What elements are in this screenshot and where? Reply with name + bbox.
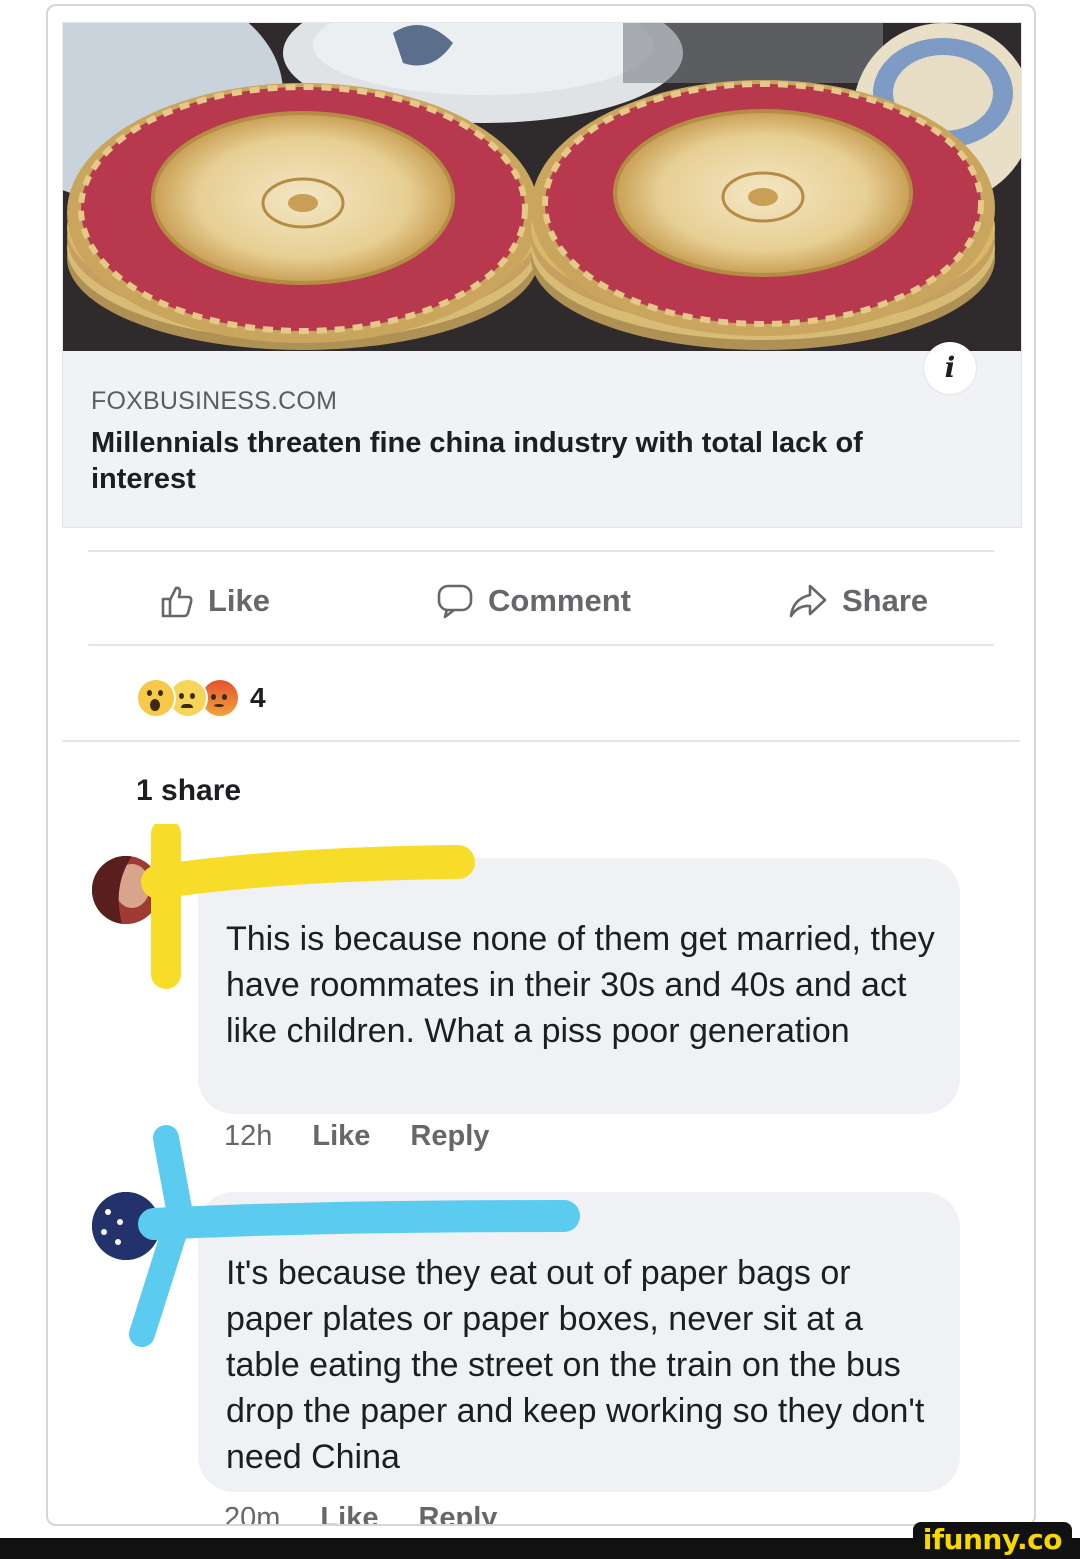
reaction-count: 4	[250, 682, 266, 713]
comment-label: Comment	[488, 583, 631, 618]
share-button[interactable]: Share	[788, 578, 928, 624]
speech-bubble-icon	[437, 584, 473, 619]
comment-text: This is because none of them get married…	[226, 920, 935, 1050]
facebook-post: FOXBUSINESS.COM Millennials threaten fin…	[46, 4, 1036, 1526]
avatar[interactable]	[92, 856, 160, 924]
like-button[interactable]: Like	[160, 578, 270, 624]
comment-reply-link[interactable]: Reply	[418, 1502, 497, 1524]
link-title[interactable]: Millennials threaten fine china industry…	[91, 425, 971, 497]
like-label: Like	[208, 583, 271, 618]
comment-button[interactable]: Comment	[436, 578, 631, 624]
thumbs-up-icon	[161, 586, 193, 618]
link-preview-card[interactable]: FOXBUSINESS.COM Millennials threaten fin…	[62, 22, 1022, 528]
comment-bubble: It's because they eat out of paper bags …	[198, 1192, 960, 1492]
comment-like-link[interactable]: Like	[320, 1502, 378, 1524]
comment-timestamp[interactable]: 12h	[224, 1120, 272, 1153]
comment-bubble: This is because none of them get married…	[198, 858, 960, 1114]
comment-meta: 12h Like Reply	[224, 1120, 489, 1153]
comment-like-link[interactable]: Like	[312, 1120, 370, 1153]
comment-reply-link[interactable]: Reply	[410, 1120, 489, 1153]
info-icon[interactable]: i	[924, 342, 976, 394]
share-arrow-icon	[789, 584, 827, 618]
comment-text: It's because they eat out of paper bags …	[226, 1254, 925, 1476]
wow-reaction-icon	[136, 678, 176, 718]
avatar[interactable]	[92, 1192, 160, 1260]
comment-meta: 20m Like Reply	[224, 1502, 497, 1524]
share-count[interactable]: 1 share	[136, 774, 241, 808]
ifunny-watermark: ifunny.co	[912, 1522, 1072, 1558]
share-label: Share	[842, 583, 929, 618]
link-domain: FOXBUSINESS.COM	[91, 387, 338, 415]
divider	[88, 644, 994, 646]
fine-china-plates-image	[63, 23, 1021, 351]
link-preview-image[interactable]	[63, 23, 1021, 351]
divider	[62, 740, 1020, 742]
reactions-summary[interactable]: 4	[136, 678, 266, 718]
divider	[88, 550, 994, 552]
comment-timestamp[interactable]: 20m	[224, 1502, 280, 1524]
